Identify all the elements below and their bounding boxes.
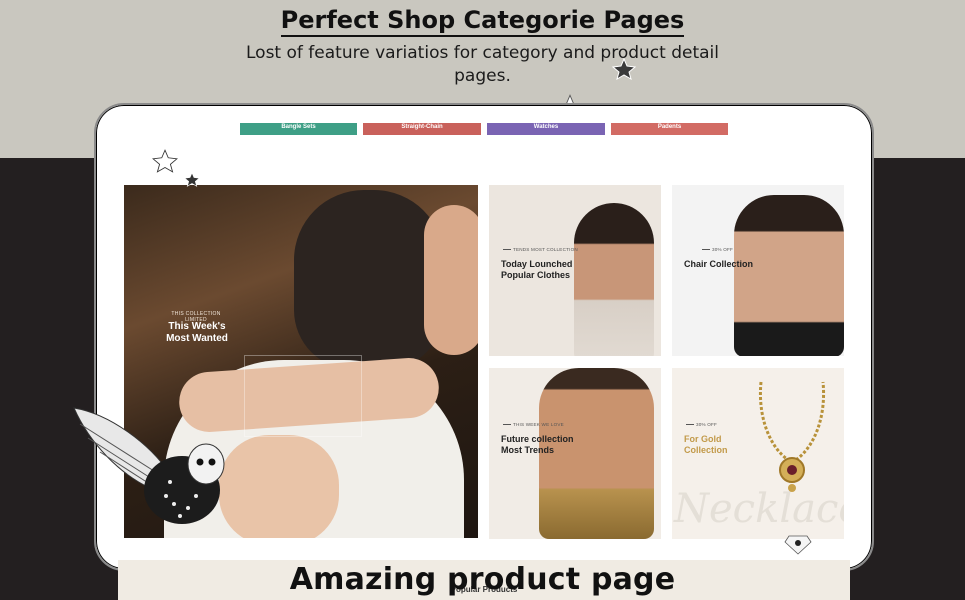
man-head — [294, 190, 444, 370]
card-tag: TENDS MOST COLLECTION — [503, 247, 578, 252]
card-tag: THIS WEEK WE LOVE — [503, 422, 564, 427]
banner-popular-clothes[interactable]: TENDS MOST COLLECTION Today Lounched Pop… — [489, 185, 661, 356]
category-bangle-sets[interactable]: Bangle Sets — [240, 123, 357, 135]
card-title: For Gold Collection — [684, 434, 728, 455]
category-straight-chain[interactable]: Straight-Chain — [363, 123, 481, 135]
woman-hand — [219, 435, 339, 538]
card-tag: 30% OFF — [686, 422, 717, 427]
page-subtitle: Lost of feature variatios for category a… — [246, 43, 719, 86]
card-tag: 30% OFF — [702, 247, 733, 252]
category-padents[interactable]: Padents — [611, 123, 728, 135]
card-title: Today Lounched Popular Clothes — [501, 259, 573, 280]
star-icon — [612, 58, 636, 80]
banner-gold-collection[interactable]: Necklace 30% OFF For Gold Collection — [672, 368, 844, 539]
model-image — [734, 195, 844, 356]
diamond-icon — [784, 535, 812, 555]
bracelet-highlight — [244, 355, 362, 437]
shop-screen: Bangle Sets Straight-Chain Watches Paden… — [118, 123, 850, 600]
footer-caption: Amazing product page — [289, 562, 676, 597]
owl-icon — [73, 407, 225, 524]
banner-title: This Week's Most Wanted — [166, 321, 228, 344]
star-icon — [152, 149, 178, 173]
category-watches[interactable]: Watches — [487, 123, 605, 135]
banner-future-collection[interactable]: THIS WEEK WE LOVE Future collection Most… — [489, 368, 661, 539]
page-title: Perfect Shop Categorie Pages — [0, 6, 965, 37]
card-title: Future collection Most Trends — [501, 434, 574, 455]
card-title: Chair Collection — [684, 259, 754, 269]
banner-chair-collection[interactable]: 30% OFF Chair Collection — [672, 185, 844, 356]
woman-face — [424, 205, 478, 355]
star-icon — [184, 172, 200, 187]
